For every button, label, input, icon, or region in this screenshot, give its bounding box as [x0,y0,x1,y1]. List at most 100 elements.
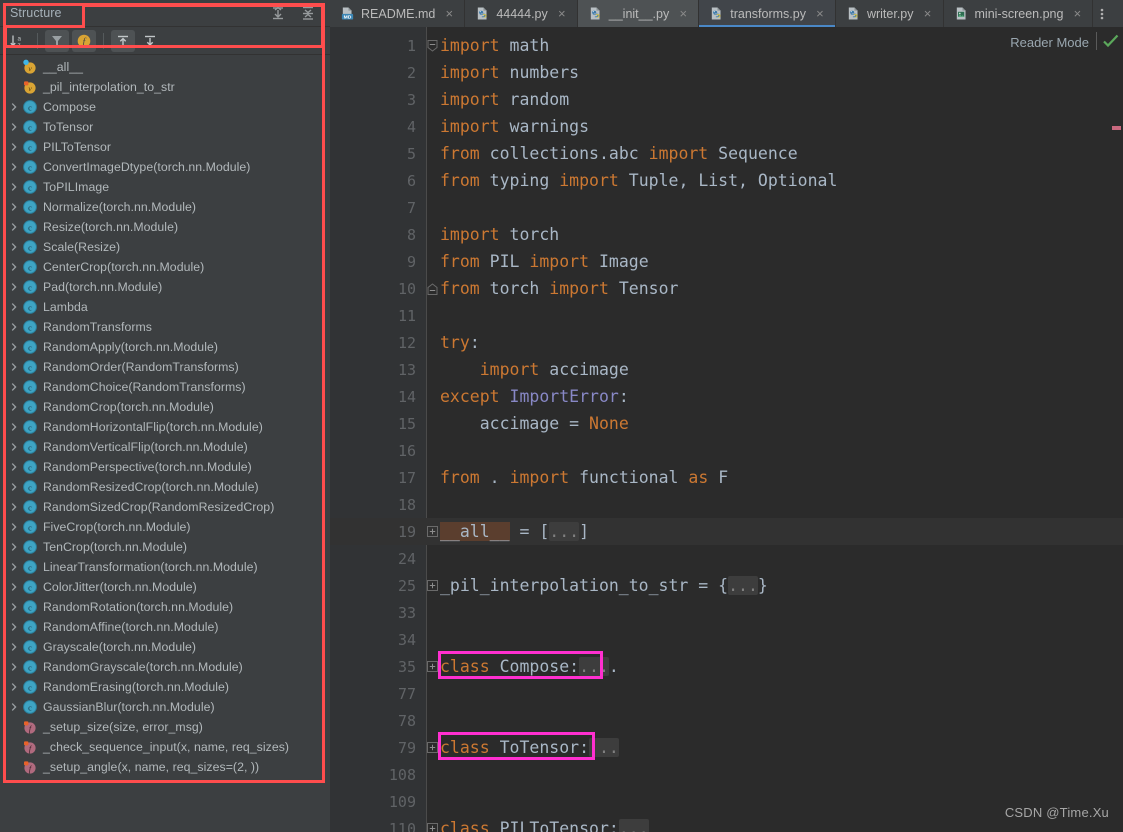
structure-tree-item[interactable]: c ToTensor [0,117,330,137]
structure-tree-item[interactable]: c Pad(torch.nn.Module) [0,277,330,297]
collapse-all-icon[interactable] [300,5,316,21]
close-tab-icon[interactable]: × [814,7,826,20]
chevron-right-icon[interactable] [6,239,22,255]
fold-collapse-icon[interactable] [427,282,438,295]
chevron-right-icon[interactable] [6,159,22,175]
chevron-right-icon[interactable] [6,339,22,355]
structure-tree-item[interactable]: c RandomRotation(torch.nn.Module) [0,597,330,617]
code-line[interactable]: from collections.abc import Sequence [426,140,1123,167]
chevron-right-icon[interactable] [6,539,22,555]
structure-tree-item[interactable]: c RandomPerspective(torch.nn.Module) [0,457,330,477]
chevron-right-icon[interactable] [6,619,22,635]
structure-tree-item[interactable]: c Resize(torch.nn.Module) [0,217,330,237]
structure-tree-item[interactable]: c RandomSizedCrop(RandomResizedCrop) [0,497,330,517]
code-line[interactable]: import torch [426,221,1123,248]
line-number[interactable]: 25 [330,572,426,599]
collapse-all-button[interactable] [138,30,162,52]
editor-tab[interactable]: __init__.py × [577,0,700,27]
structure-tree-item[interactable]: c FiveCrop(torch.nn.Module) [0,517,330,537]
structure-tree-item[interactable]: c LinearTransformation(torch.nn.Module) [0,557,330,577]
code-line[interactable]: import warnings [426,113,1123,140]
line-number[interactable]: 108 [330,761,426,788]
fold-expand-icon[interactable] [427,580,438,591]
code-line[interactable] [426,761,1123,788]
chevron-right-icon[interactable] [6,119,22,135]
close-tab-icon[interactable]: × [1071,7,1083,20]
structure-tree-item[interactable]: c RandomOrder(RandomTransforms) [0,357,330,377]
structure-tree-item[interactable]: c ColorJitter(torch.nn.Module) [0,577,330,597]
scrollbar-error-mark[interactable] [1112,126,1121,130]
line-number[interactable]: 10 [330,275,426,302]
chevron-right-icon[interactable] [6,399,22,415]
check-icon[interactable] [1102,33,1120,54]
fold-expand-icon[interactable] [427,742,438,753]
line-number[interactable]: 12 [330,329,426,356]
structure-tree-item[interactable]: c RandomVerticalFlip(torch.nn.Module) [0,437,330,457]
line-number[interactable]: 34 [330,626,426,653]
structure-tree-item[interactable]: v __all__ [0,57,330,77]
reader-mode-label[interactable]: Reader Mode [1010,35,1089,50]
chevron-right-icon[interactable] [6,659,22,675]
more-options-icon[interactable] [1093,0,1111,27]
code-line[interactable]: class Compose:.... [426,653,1123,680]
code-line[interactable] [426,302,1123,329]
chevron-right-icon[interactable] [6,199,22,215]
code-line[interactable] [426,599,1123,626]
line-number[interactable]: 11 [330,302,426,329]
fold-collapse-icon[interactable] [427,39,438,52]
line-number[interactable]: 1 [330,32,426,59]
structure-tree-item[interactable]: c Scale(Resize) [0,237,330,257]
structure-tree-item[interactable]: c ToPILImage [0,177,330,197]
chevron-right-icon[interactable] [6,179,22,195]
structure-tree-item[interactable]: c PILToTensor [0,137,330,157]
structure-tree-item[interactable]: c Normalize(torch.nn.Module) [0,197,330,217]
code-line[interactable] [426,626,1123,653]
structure-tree-item[interactable]: c RandomHorizontalFlip(torch.nn.Module) [0,417,330,437]
line-number[interactable]: 24 [330,545,426,572]
code-line[interactable]: import random [426,86,1123,113]
chevron-right-icon[interactable] [6,459,22,475]
code-line[interactable]: __all__ = [...] [426,518,1123,545]
structure-tree-item[interactable]: c RandomTransforms [0,317,330,337]
chevron-right-icon[interactable] [6,139,22,155]
line-number-gutter[interactable]: 1 2 3 4 5 6 7 8 9 10 11 12 13 14 15 16 17 18 19 24 25 33 34 35 7… [330,27,426,832]
structure-tree-item[interactable]: v _pil_interpolation_to_str [0,77,330,97]
chevron-right-icon[interactable] [6,639,22,655]
line-number[interactable]: 33 [330,599,426,626]
editor-tab[interactable]: mini-screen.png × [943,0,1094,27]
code-line[interactable]: _pil_interpolation_to_str = {...} [426,572,1123,599]
editor-tab[interactable]: writer.py × [835,0,944,27]
fold-expand-icon[interactable] [427,526,438,537]
close-tab-icon[interactable]: × [443,7,455,20]
chevron-right-icon[interactable] [6,299,22,315]
structure-tree-item[interactable]: c TenCrop(torch.nn.Module) [0,537,330,557]
chevron-right-icon[interactable] [6,379,22,395]
line-number[interactable]: 19 [330,518,426,545]
code-line[interactable]: from typing import Tuple, List, Optional [426,167,1123,194]
line-number[interactable]: 2 [330,59,426,86]
code-line[interactable] [426,437,1123,464]
structure-tree-item[interactable]: c Compose [0,97,330,117]
close-tab-icon[interactable]: × [922,7,934,20]
fold-expand-icon[interactable] [427,661,438,672]
chevron-right-icon[interactable] [6,699,22,715]
chevron-right-icon[interactable] [6,219,22,235]
structure-tree-item[interactable]: c ConvertImageDtype(torch.nn.Module) [0,157,330,177]
structure-tree-item[interactable]: f _setup_angle(x, name, req_sizes=(2, )) [0,757,330,777]
line-number[interactable]: 77 [330,680,426,707]
line-number[interactable]: 14 [330,383,426,410]
line-number[interactable]: 5 [330,140,426,167]
fold-expand-icon[interactable] [427,823,438,832]
code-line[interactable]: class ToTensor:... [426,734,1123,761]
chevron-right-icon[interactable] [6,319,22,335]
chevron-right-icon[interactable] [6,499,22,515]
line-number[interactable]: 7 [330,194,426,221]
line-number[interactable]: 110 [330,815,426,832]
code-line[interactable] [426,491,1123,518]
structure-tree-item[interactable]: c RandomGrayscale(torch.nn.Module) [0,657,330,677]
code-line[interactable]: try: [426,329,1123,356]
chevron-right-icon[interactable] [6,419,22,435]
structure-tree-item[interactable]: f _check_sequence_input(x, name, req_size… [0,737,330,757]
code-line[interactable]: accimage = None [426,410,1123,437]
chevron-right-icon[interactable] [6,579,22,595]
